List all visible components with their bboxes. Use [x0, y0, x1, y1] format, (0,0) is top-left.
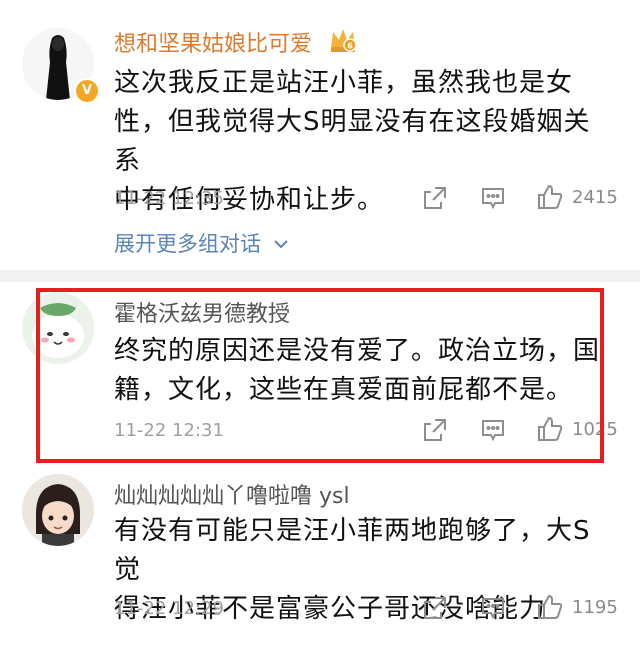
comment-icon: [482, 188, 504, 210]
share-icon: [424, 597, 446, 619]
divider: [0, 270, 640, 282]
username[interactable]: 想和坚果姑娘比可爱: [114, 26, 312, 58]
expand-label: 展开更多组对话: [114, 232, 261, 256]
like-icon: [538, 594, 563, 619]
like-button[interactable]: 1195: [536, 593, 618, 621]
comment-text-line: 有没有可能只是汪小菲两地跑够了，大S觉: [114, 516, 591, 585]
avatar[interactable]: [22, 474, 94, 546]
share-icon: [424, 187, 446, 209]
share-button[interactable]: [422, 185, 448, 211]
like-button[interactable]: 2415: [536, 183, 618, 211]
like-count: 2415: [572, 186, 618, 208]
comment-item: V 想和坚果姑娘比可爱 6 这次我反正是站汪小菲，虽然我也是女 性，但我觉得大S…: [0, 0, 640, 270]
avatar-image: [22, 474, 94, 546]
share-button[interactable]: [422, 595, 448, 621]
comment-button[interactable]: [480, 595, 506, 621]
comment-item: 灿灿灿灿灿丫噜啦噜 ysl 有没有可能只是汪小菲两地跑够了，大S觉 得汪小菲不是…: [0, 466, 640, 649]
like-count: 1195: [572, 596, 618, 618]
verified-badge: V: [74, 78, 100, 104]
comment-icon: [482, 598, 504, 620]
username[interactable]: 灿灿灿灿灿丫噜啦噜 ysl: [114, 478, 350, 510]
svg-text:6: 6: [347, 42, 353, 51]
comment-time: 11-22 12:35: [114, 188, 224, 209]
expand-conversation-link[interactable]: 展开更多组对话: [114, 228, 290, 258]
crown-badge-icon: 6: [328, 26, 358, 58]
chevron-down-icon: [273, 240, 288, 249]
comment-text-line: 性，但我觉得大S明显没有在这段婚姻关系: [114, 107, 591, 176]
comment-text-line: 这次我反正是站汪小菲，虽然我也是女: [114, 68, 574, 98]
like-icon: [538, 184, 563, 209]
comment-button[interactable]: [480, 185, 506, 211]
highlight-box: [36, 288, 604, 463]
comment-time: 11-22 12:29: [114, 598, 224, 619]
